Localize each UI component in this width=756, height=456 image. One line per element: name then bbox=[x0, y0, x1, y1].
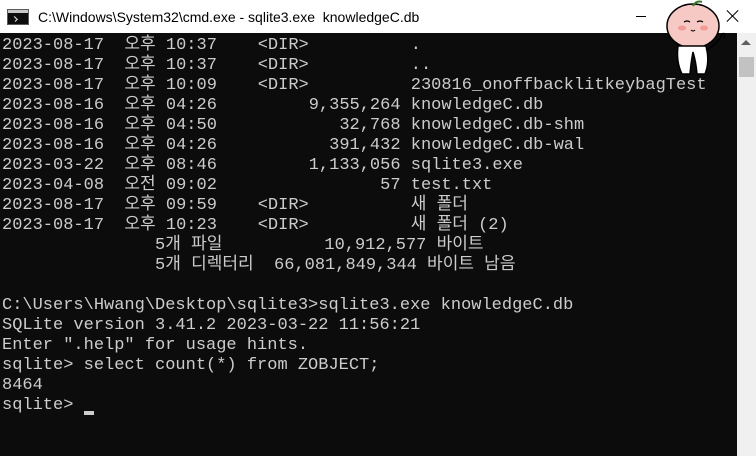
console-line: 2023-08-17 오후 10:09 <DIR> 230816_onoffba… bbox=[2, 76, 707, 95]
console-line: 2023-04-08 오전 09:02 57 test.txt bbox=[2, 176, 493, 195]
console-line: 8464 bbox=[2, 376, 43, 395]
console-output[interactable]: 2023-08-17 오후 10:37 <DIR> . 2023-08-17 오… bbox=[0, 33, 737, 456]
console-line: 2023-08-17 오후 10:37 <DIR> . bbox=[2, 36, 421, 55]
window-title: C:\Windows\System32\cmd.exe - sqlite3.ex… bbox=[38, 8, 420, 25]
console-line: Enter ".help" for usage hints. bbox=[2, 336, 309, 355]
scroll-thumb[interactable] bbox=[739, 57, 754, 77]
console-line: 2023-08-17 오후 10:37 <DIR> .. bbox=[2, 56, 432, 75]
console-line: 5개 파일 10,912,577 바이트 bbox=[2, 236, 484, 255]
console-line: 2023-08-17 오후 09:59 <DIR> 새 폴더 bbox=[2, 196, 468, 215]
console-line: 2023-03-22 오후 08:46 1,133,056 sqlite3.ex… bbox=[2, 156, 523, 175]
console-app-icon[interactable] bbox=[7, 8, 29, 25]
console-line: 2023-08-16 오후 04:50 32,768 knowledgeC.db… bbox=[2, 116, 585, 135]
console-line: 5개 디렉터리 66,081,849,344 바이트 남음 bbox=[2, 256, 516, 275]
prompt-line[interactable]: sqlite> bbox=[2, 396, 94, 416]
title-bar[interactable]: C:\Windows\System32\cmd.exe - sqlite3.ex… bbox=[0, 0, 756, 33]
peach-character-sticker bbox=[666, 0, 726, 75]
minimize-icon bbox=[636, 16, 646, 17]
console-line: sqlite> select count(*) from ZOBJECT; bbox=[2, 356, 380, 375]
minimize-button[interactable] bbox=[618, 0, 664, 33]
vertical-scrollbar[interactable] bbox=[737, 33, 756, 456]
console-line: 2023-08-16 오후 04:26 391,432 knowledgeC.d… bbox=[2, 136, 585, 155]
console-line: 2023-08-17 오후 10:23 <DIR> 새 폴더 (2) bbox=[2, 216, 509, 235]
console-line: 2023-08-16 오후 04:26 9,355,264 knowledgeC… bbox=[2, 96, 544, 115]
console-line: SQLite version 3.41.2 2023-03-22 11:56:2… bbox=[2, 316, 421, 335]
sqlite-prompt: sqlite> bbox=[2, 396, 84, 415]
text-cursor bbox=[83, 411, 94, 415]
console-line: C:\Users\Hwang\Desktop\sqlite3>sqlite3.e… bbox=[2, 296, 574, 315]
cmd-window: C:\Windows\System32\cmd.exe - sqlite3.ex… bbox=[0, 0, 756, 456]
scroll-up-arrow-icon[interactable] bbox=[741, 40, 751, 45]
